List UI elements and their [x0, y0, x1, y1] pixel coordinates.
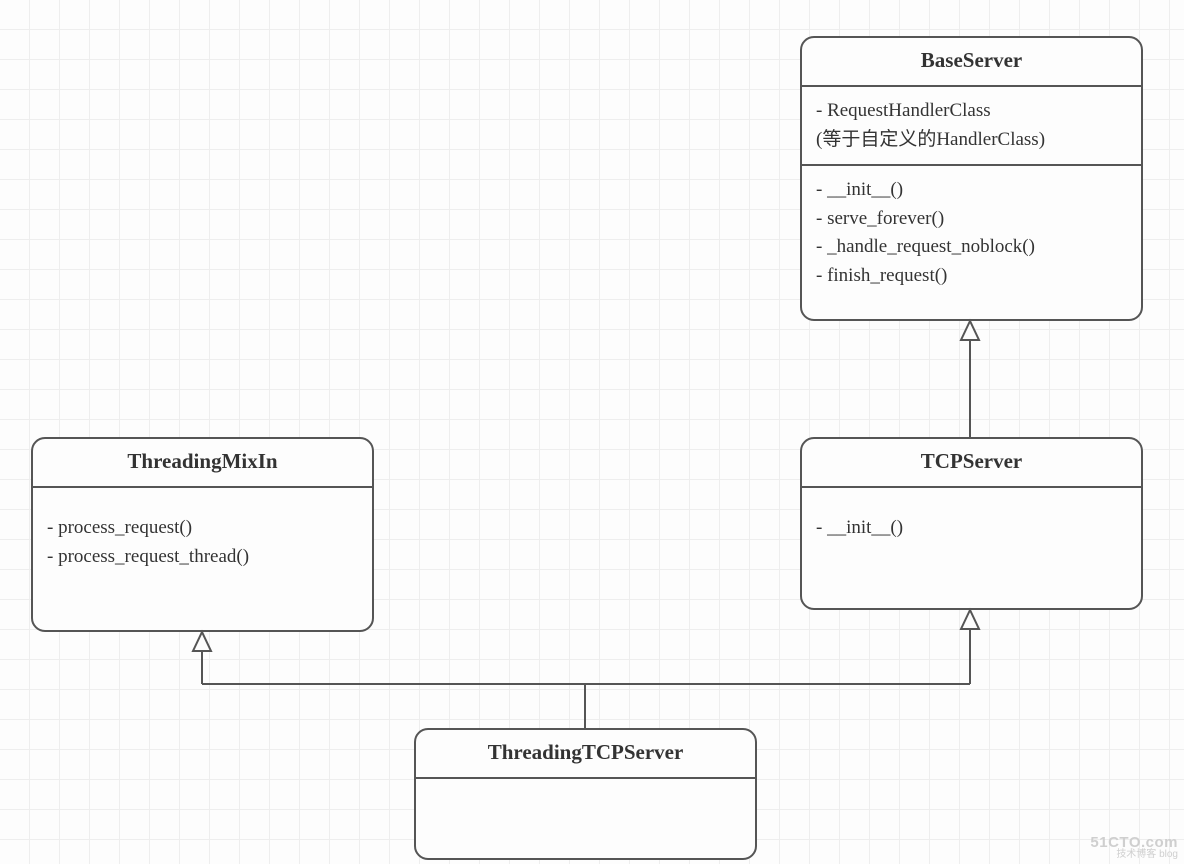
- method-line: - _handle_request_noblock(): [816, 233, 1127, 262]
- method-line: - finish_request(): [816, 262, 1127, 291]
- watermark-line1: 51CTO.com: [1090, 835, 1178, 850]
- method-line: - process_request_thread(): [47, 543, 358, 572]
- method-line: - serve_forever(): [816, 205, 1127, 234]
- method-line: - __init__(): [816, 514, 1127, 543]
- class-methods: - process_request() - process_request_th…: [33, 488, 372, 581]
- attr-line: - RequestHandlerClass: [816, 97, 1127, 126]
- method-line: - __init__(): [816, 176, 1127, 205]
- edge-tcpserver-to-baseserver: [961, 321, 979, 437]
- diagram-canvas: BaseServer - RequestHandlerClass (等于自定义的…: [0, 0, 1184, 864]
- class-title: ThreadingTCPServer: [416, 730, 755, 779]
- watermark: 51CTO.com 技术博客 blog: [1090, 835, 1178, 860]
- class-title: ThreadingMixIn: [33, 439, 372, 488]
- class-title: BaseServer: [802, 38, 1141, 87]
- method-line: - process_request(): [47, 514, 358, 543]
- class-base-server: BaseServer - RequestHandlerClass (等于自定义的…: [800, 36, 1143, 321]
- class-methods: - __init__(): [802, 488, 1141, 553]
- attr-line: (等于自定义的HandlerClass): [816, 126, 1127, 155]
- class-threading-tcp-server: ThreadingTCPServer: [414, 728, 757, 860]
- class-threading-mixin: ThreadingMixIn - process_request() - pro…: [31, 437, 374, 632]
- class-body-empty: [416, 779, 755, 799]
- class-methods: - __init__() - serve_forever() - _handle…: [802, 164, 1141, 300]
- class-title: TCPServer: [802, 439, 1141, 488]
- class-attributes: - RequestHandlerClass (等于自定义的HandlerClas…: [802, 87, 1141, 164]
- watermark-line2: 技术博客 blog: [1090, 850, 1178, 860]
- class-tcp-server: TCPServer - __init__(): [800, 437, 1143, 610]
